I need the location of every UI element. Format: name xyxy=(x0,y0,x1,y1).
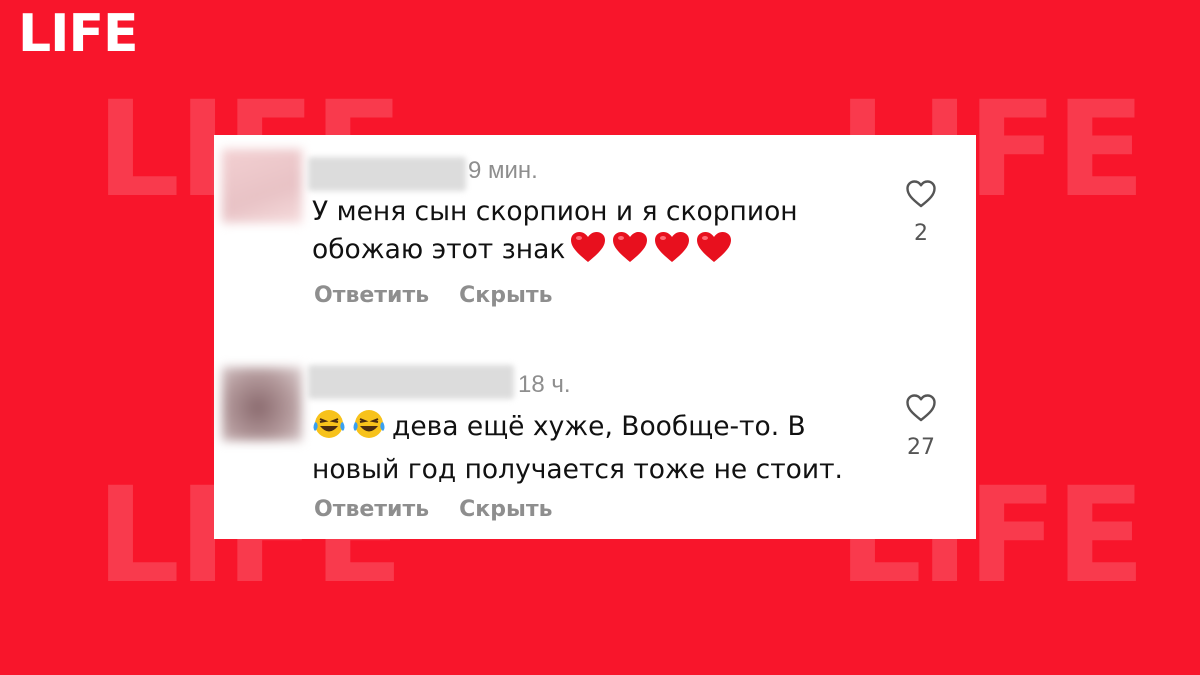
comment-text-line: У меня сын скорпион и я скорпион xyxy=(312,196,798,227)
comments-panel: 9 мин. У меня сын скорпион и я скорпион … xyxy=(214,135,976,539)
comment-text: У меня сын скорпион и я скорпион обожаю … xyxy=(312,193,872,274)
like-control: 27 xyxy=(904,393,938,460)
comment-text: дева ещё хуже, Вообще-то. В новый год по… xyxy=(312,407,872,488)
hide-button[interactable]: Скрыть xyxy=(459,283,552,308)
comment-text-line: дева ещё хуже, Вообще-то. В xyxy=(392,411,806,442)
red-heart-icon xyxy=(653,230,691,274)
comment: 9 мин. У меня сын скорпион и я скорпион … xyxy=(214,135,976,335)
reply-button[interactable]: Ответить xyxy=(314,497,429,522)
reply-button[interactable]: Ответить xyxy=(314,283,429,308)
username-blurred[interactable] xyxy=(308,157,466,191)
laughing-face-icon xyxy=(352,407,386,451)
red-heart-icon xyxy=(611,230,649,274)
like-count: 2 xyxy=(914,221,928,246)
comment-time: 9 мин. xyxy=(468,157,538,184)
username-blurred[interactable] xyxy=(308,365,514,399)
red-heart-icon xyxy=(695,230,733,274)
heart-outline-icon[interactable] xyxy=(905,179,937,209)
avatar[interactable] xyxy=(222,149,302,223)
like-count: 27 xyxy=(907,435,935,460)
life-logo: LIFE xyxy=(18,4,139,64)
comment-actions: Ответить Скрыть xyxy=(314,497,583,522)
comment-text-line: обожаю этот знак xyxy=(312,234,566,265)
avatar[interactable] xyxy=(222,367,302,441)
comment-text-line: новый год получается тоже не стоит. xyxy=(312,454,843,485)
like-control: 2 xyxy=(904,179,938,246)
red-heart-icon xyxy=(569,230,607,274)
laughing-face-icon xyxy=(312,407,346,451)
comment-time: 18 ч. xyxy=(518,371,571,398)
hide-button[interactable]: Скрыть xyxy=(459,497,552,522)
heart-outline-icon[interactable] xyxy=(905,393,937,423)
comment-actions: Ответить Скрыть xyxy=(314,283,583,308)
